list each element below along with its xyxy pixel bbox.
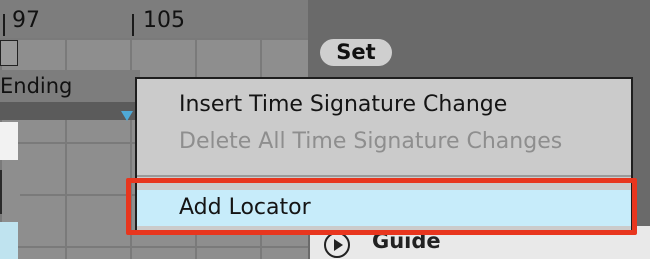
ruler-tick (132, 14, 134, 36)
clip-slot[interactable] (0, 122, 18, 160)
timeline-ruler[interactable]: 97 105 (0, 0, 308, 38)
menu-item-label: Insert Time Signature Change (179, 92, 508, 117)
locator-ending[interactable]: Ending (0, 70, 140, 102)
locator-arrow-icon[interactable] (121, 111, 133, 121)
clip-slot[interactable] (0, 170, 20, 214)
menu-item-label: Delete All Time Signature Changes (179, 129, 563, 154)
ruler-bar-number: 105 (143, 8, 185, 33)
clip-slot[interactable] (0, 222, 18, 259)
ruler-bar-number: 97 (12, 8, 40, 33)
ruler-tick (3, 14, 5, 36)
play-circle-icon (324, 232, 350, 258)
menu-item-delete-time-signatures: Delete All Time Signature Changes (137, 126, 631, 158)
highlight-annotation (126, 178, 637, 235)
set-locator-button[interactable]: Set (320, 39, 392, 66)
time-signature-marker[interactable] (0, 40, 18, 66)
menu-item-insert-time-signature[interactable]: Insert Time Signature Change (137, 89, 631, 121)
track-divider (0, 102, 140, 120)
menu-separator (137, 175, 631, 177)
